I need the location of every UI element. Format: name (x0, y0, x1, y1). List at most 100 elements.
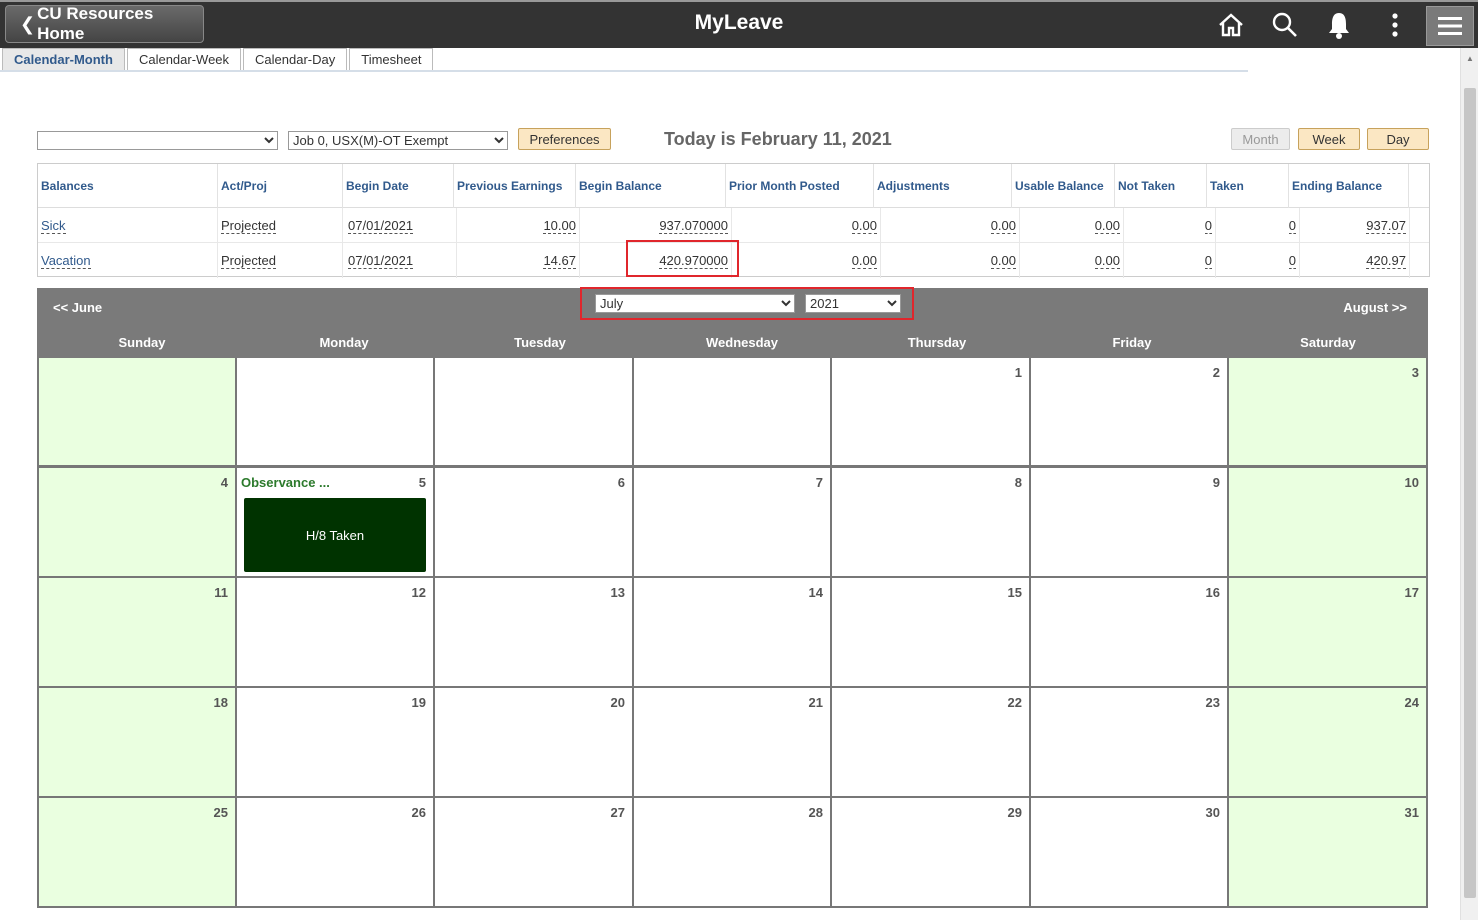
adjustments-value[interactable]: 0.00 (990, 253, 1016, 269)
tab-calendar-week[interactable]: Calendar-Week (126, 48, 242, 70)
day-cell[interactable]: 30 (1031, 798, 1227, 906)
tab-calendar-day[interactable]: Calendar-Day (243, 48, 348, 70)
home-icon[interactable] (1216, 10, 1246, 40)
day-cell[interactable] (435, 358, 632, 465)
taken-value[interactable]: 0 (1288, 253, 1296, 269)
day-cell[interactable]: 16 (1031, 578, 1227, 686)
taken-value[interactable]: 0 (1288, 218, 1296, 234)
day-number: 31 (1404, 805, 1419, 820)
tab-underline (0, 70, 1248, 72)
notification-bell-icon[interactable] (1324, 10, 1354, 40)
balance-type-link[interactable]: Sick (41, 218, 66, 234)
adjustments-value[interactable]: 0.00 (990, 218, 1016, 234)
day-cell[interactable]: 1 (832, 358, 1029, 465)
day-cell[interactable] (39, 358, 235, 465)
day-cell[interactable]: 18 (39, 688, 235, 796)
day-cell[interactable] (634, 358, 830, 465)
tab-timesheet[interactable]: Timesheet (349, 48, 434, 70)
prior-month-posted-value[interactable]: 0.00 (851, 218, 877, 234)
not-taken-value[interactable]: 0 (1204, 253, 1212, 269)
scroll-up-arrow-icon[interactable]: ▲ (1466, 54, 1474, 63)
day-cell[interactable]: 22 (832, 688, 1029, 796)
hamburger-menu-button[interactable] (1426, 6, 1474, 46)
day-number: 29 (1007, 805, 1022, 820)
day-cell[interactable]: 4 (39, 468, 235, 576)
col-header-act-proj: Act/Proj (218, 164, 343, 208)
day-cell[interactable]: 6 (435, 468, 632, 576)
scrollbar-thumb[interactable] (1464, 88, 1476, 898)
day-header-thursday: Thursday (907, 335, 967, 350)
day-number: 21 (808, 695, 823, 710)
day-header-tuesday: Tuesday (514, 335, 566, 350)
previous-earnings-value[interactable]: 14.67 (543, 253, 576, 269)
col-header-balances: Balances (38, 164, 218, 208)
balance-row-sick: Sick Projected 07/01/2021 10.00 937.0700… (38, 208, 1429, 243)
day-cell[interactable]: 21 (634, 688, 830, 796)
leave-event-block[interactable]: H/8 Taken (244, 498, 426, 572)
employee-select[interactable] (37, 131, 278, 150)
col-header-prior-month-posted: Prior Month Posted (726, 164, 874, 208)
next-month-link[interactable]: August >> (1343, 300, 1407, 315)
day-cell[interactable]: 13 (435, 578, 632, 686)
day-cell[interactable]: 27 (435, 798, 632, 906)
cu-resources-home-button[interactable]: ❮ CU Resources Home (5, 4, 204, 43)
more-options-icon[interactable] (1380, 10, 1410, 40)
day-cell[interactable]: 17 (1229, 578, 1426, 686)
balance-type-link[interactable]: Vacation (41, 253, 91, 269)
day-cell[interactable]: 11 (39, 578, 235, 686)
day-cell[interactable]: 3 (1229, 358, 1426, 465)
day-number: 3 (1411, 365, 1419, 380)
page-title: MyLeave (694, 11, 784, 34)
day-cell[interactable]: 29 (832, 798, 1029, 906)
preferences-button[interactable]: Preferences (518, 128, 611, 150)
day-cell[interactable]: 23 (1031, 688, 1227, 796)
day-cell[interactable]: 25 (39, 798, 235, 906)
col-header-not-taken: Not Taken (1115, 164, 1207, 208)
day-number: 30 (1205, 805, 1220, 820)
day-cell[interactable]: Observance ... 5 H/8 Taken (237, 468, 433, 576)
day-cell[interactable]: 12 (237, 578, 433, 686)
day-cell[interactable]: 20 (435, 688, 632, 796)
day-cell[interactable]: 14 (634, 578, 830, 686)
day-cell[interactable]: 31 (1229, 798, 1426, 906)
day-cell[interactable]: 2 (1031, 358, 1227, 465)
month-view-button[interactable]: Month (1231, 128, 1290, 150)
day-number: 11 (214, 585, 228, 600)
day-number: 17 (1404, 585, 1419, 600)
observance-label[interactable]: Observance ... (241, 475, 330, 490)
usable-balance-value[interactable]: 0.00 (1094, 253, 1120, 269)
day-cell[interactable]: 15 (832, 578, 1029, 686)
act-proj-value[interactable]: Projected (221, 253, 276, 269)
ending-balance-value[interactable]: 937.07 (1366, 218, 1406, 234)
vertical-scrollbar[interactable]: ▲ (1460, 48, 1478, 920)
day-number: 5 (418, 475, 426, 490)
begin-date-value[interactable]: 07/01/2021 (348, 218, 414, 234)
not-taken-value[interactable]: 0 (1204, 218, 1212, 234)
highlight-box-begin-balance (626, 240, 739, 277)
day-cell[interactable]: 24 (1229, 688, 1426, 796)
day-cell[interactable]: 26 (237, 798, 433, 906)
day-header-friday: Friday (1112, 335, 1152, 350)
usable-balance-value[interactable]: 0.00 (1094, 218, 1120, 234)
previous-earnings-value[interactable]: 10.00 (543, 218, 576, 234)
prior-month-posted-value[interactable]: 0.00 (851, 253, 877, 269)
day-cell[interactable]: 28 (634, 798, 830, 906)
tab-calendar-month[interactable]: Calendar-Month (2, 48, 125, 70)
ending-balance-value[interactable]: 420.97 (1366, 253, 1406, 269)
col-header-previous-earnings: Previous Earnings (454, 164, 576, 208)
search-icon[interactable] (1270, 10, 1300, 40)
act-proj-value[interactable]: Projected (221, 218, 276, 234)
job-select[interactable]: Job 0, USX(M)-OT Exempt (288, 131, 508, 150)
day-cell[interactable]: 19 (237, 688, 433, 796)
begin-balance-value[interactable]: 937.070000 (659, 218, 728, 234)
week-view-button[interactable]: Week (1298, 128, 1360, 150)
day-view-button[interactable]: Day (1367, 128, 1429, 150)
day-cell[interactable] (237, 358, 433, 465)
begin-date-value[interactable]: 07/01/2021 (348, 253, 414, 269)
previous-month-link[interactable]: << June (53, 300, 102, 315)
day-cell[interactable]: 10 (1229, 468, 1426, 576)
day-cell[interactable]: 9 (1031, 468, 1227, 576)
col-header-ending-balance: Ending Balance (1289, 164, 1409, 208)
day-cell[interactable]: 7 (634, 468, 830, 576)
day-cell[interactable]: 8 (832, 468, 1029, 576)
